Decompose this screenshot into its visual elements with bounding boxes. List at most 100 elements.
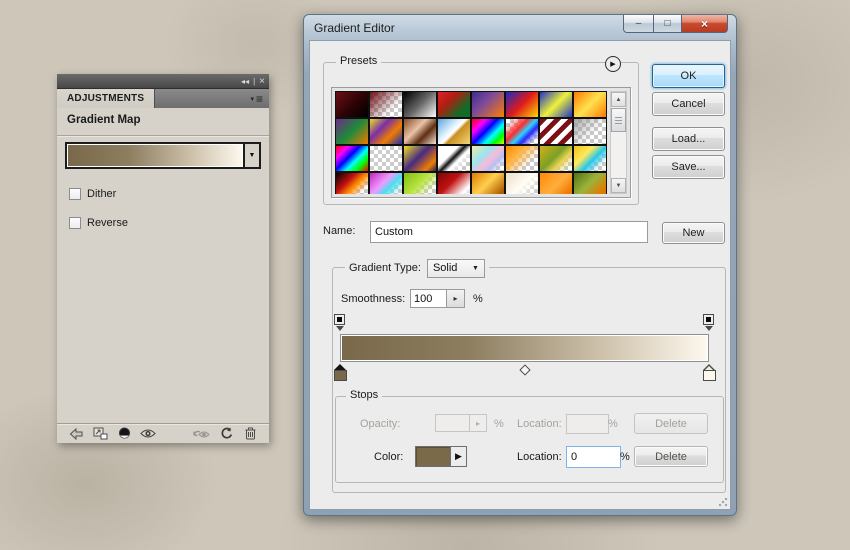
new-button[interactable]: New — [662, 222, 725, 244]
preset-swatch[interactable] — [369, 91, 403, 118]
preset-swatch[interactable] — [335, 145, 369, 172]
preset-swatch[interactable] — [573, 118, 607, 145]
ok-button[interactable]: OK — [652, 64, 725, 88]
color-stop-right-body — [703, 370, 716, 381]
delete-opacity-button: Delete — [634, 413, 708, 434]
visibility-eye-icon[interactable] — [136, 426, 160, 442]
smoothness-label: Smoothness: — [341, 293, 406, 305]
opacity-stop-right[interactable] — [703, 314, 714, 325]
preset-swatch[interactable] — [539, 172, 573, 194]
gradient-type-dropdown[interactable]: Solid ▼ — [426, 258, 485, 278]
preset-swatch[interactable] — [539, 145, 573, 172]
name-input[interactable]: Custom — [370, 221, 648, 243]
preset-swatch[interactable] — [471, 145, 505, 172]
midpoint-diamond[interactable] — [519, 364, 531, 376]
reverse-checkbox[interactable] — [69, 217, 81, 229]
scroll-down-icon[interactable]: ▼ — [611, 178, 626, 193]
gradient-map-preview[interactable]: ▼ — [65, 142, 261, 169]
preset-swatch[interactable] — [505, 118, 539, 145]
resize-grip-icon[interactable] — [718, 497, 728, 507]
preset-swatch[interactable] — [403, 91, 437, 118]
smoothness-unit: % — [473, 293, 483, 305]
reverse-label: Reverse — [87, 217, 128, 229]
preset-swatch[interactable] — [335, 172, 369, 194]
opacity-input — [435, 414, 470, 432]
presets-flyout-icon[interactable]: ▶ — [605, 56, 621, 72]
reverse-checkbox-row: Reverse — [69, 217, 128, 229]
preset-swatch[interactable] — [403, 172, 437, 194]
opacity-unit: % — [494, 418, 504, 430]
opacity-stop-left[interactable] — [334, 314, 345, 325]
smoothness-spinner: 100 ▸ — [410, 289, 465, 308]
close-button[interactable]: × — [681, 15, 728, 33]
preset-swatch[interactable] — [369, 118, 403, 145]
presets-label: Presets — [336, 55, 382, 67]
load-button[interactable]: Load... — [652, 127, 725, 151]
maximize-button[interactable]: □ — [654, 15, 681, 33]
color-swatch[interactable] — [415, 446, 451, 467]
gradient-preview-dropdown-icon[interactable]: ▼ — [243, 144, 259, 167]
previous-state-icon[interactable] — [190, 426, 214, 442]
preset-swatch[interactable] — [573, 91, 607, 118]
save-button[interactable]: Save... — [652, 155, 725, 179]
smoothness-input[interactable]: 100 — [410, 289, 447, 308]
stops-label: Stops — [346, 389, 383, 401]
opacity-location-label: Location: — [517, 418, 562, 430]
preset-swatch[interactable] — [573, 145, 607, 172]
delete-color-button[interactable]: Delete — [634, 446, 708, 467]
smoothness-arrow-icon[interactable]: ▸ — [447, 289, 465, 308]
gradient-editor-dialog: Gradient Editor – □ × Presets ▶ ▲ ▼ OK C… — [303, 14, 737, 516]
preset-swatch[interactable] — [403, 118, 437, 145]
presets-scrollbar[interactable]: ▲ ▼ — [610, 91, 627, 194]
expanded-view-icon[interactable] — [88, 426, 112, 442]
opacity-stop-left-pointer — [336, 326, 344, 331]
scroll-up-icon[interactable]: ▲ — [611, 92, 626, 107]
name-label: Name: — [323, 225, 356, 237]
preset-swatch[interactable] — [335, 118, 369, 145]
preset-swatch[interactable] — [437, 145, 471, 172]
preset-swatch[interactable] — [471, 91, 505, 118]
preset-swatch[interactable] — [505, 172, 539, 194]
clip-to-layer-icon[interactable] — [112, 426, 136, 442]
preset-swatch[interactable] — [369, 145, 403, 172]
dither-label: Dither — [87, 188, 117, 200]
gradient-type-row: Gradient Type: Solid ▼ — [345, 258, 489, 278]
preset-swatch[interactable] — [437, 172, 471, 194]
gradient-bar[interactable] — [340, 334, 709, 362]
preset-swatch[interactable] — [573, 172, 607, 194]
opacity-spinner: ▸ — [435, 414, 487, 432]
reset-icon[interactable] — [214, 426, 238, 442]
dither-checkbox[interactable] — [69, 188, 81, 200]
panel-close-icon[interactable]: × — [259, 76, 265, 87]
delete-trash-icon[interactable] — [238, 426, 262, 442]
preset-swatch[interactable] — [471, 172, 505, 194]
menu-lines-icon: ≡ — [255, 91, 263, 106]
gradient-type-label: Gradient Type: — [349, 262, 421, 274]
collapse-to-icons-icon[interactable]: ◂◂ — [241, 77, 249, 86]
back-arrow-icon[interactable] — [64, 426, 88, 442]
preset-swatch[interactable] — [505, 145, 539, 172]
color-location-input[interactable]: 0 — [566, 446, 621, 468]
preset-swatch[interactable] — [437, 91, 471, 118]
presets-list: ▲ ▼ — [331, 87, 631, 198]
minimize-button[interactable]: – — [623, 15, 654, 33]
preset-swatch[interactable] — [437, 118, 471, 145]
divider — [57, 135, 269, 136]
preset-swatch[interactable] — [335, 91, 369, 118]
panel-menu-icon[interactable]: ▾ ≡ — [244, 89, 269, 108]
panel-footer — [57, 423, 269, 443]
cancel-button[interactable]: Cancel — [652, 92, 725, 116]
preset-swatch[interactable] — [471, 118, 505, 145]
scroll-thumb[interactable] — [611, 108, 626, 132]
opacity-stop-fill — [706, 317, 711, 322]
preset-swatch[interactable] — [369, 172, 403, 194]
preset-swatch[interactable] — [505, 91, 539, 118]
preset-swatch[interactable] — [539, 118, 573, 145]
preset-swatch[interactable] — [403, 145, 437, 172]
panel-content: Gradient Map ▼ Dither Reverse — [57, 108, 269, 424]
preset-swatch[interactable] — [539, 91, 573, 118]
presets-group: Presets ▶ ▲ ▼ — [323, 55, 639, 205]
tab-adjustments[interactable]: ADJUSTMENTS — [57, 89, 156, 108]
color-swatch-arrow-icon[interactable]: ▶ — [450, 446, 467, 467]
color-location-unit: % — [620, 451, 630, 463]
